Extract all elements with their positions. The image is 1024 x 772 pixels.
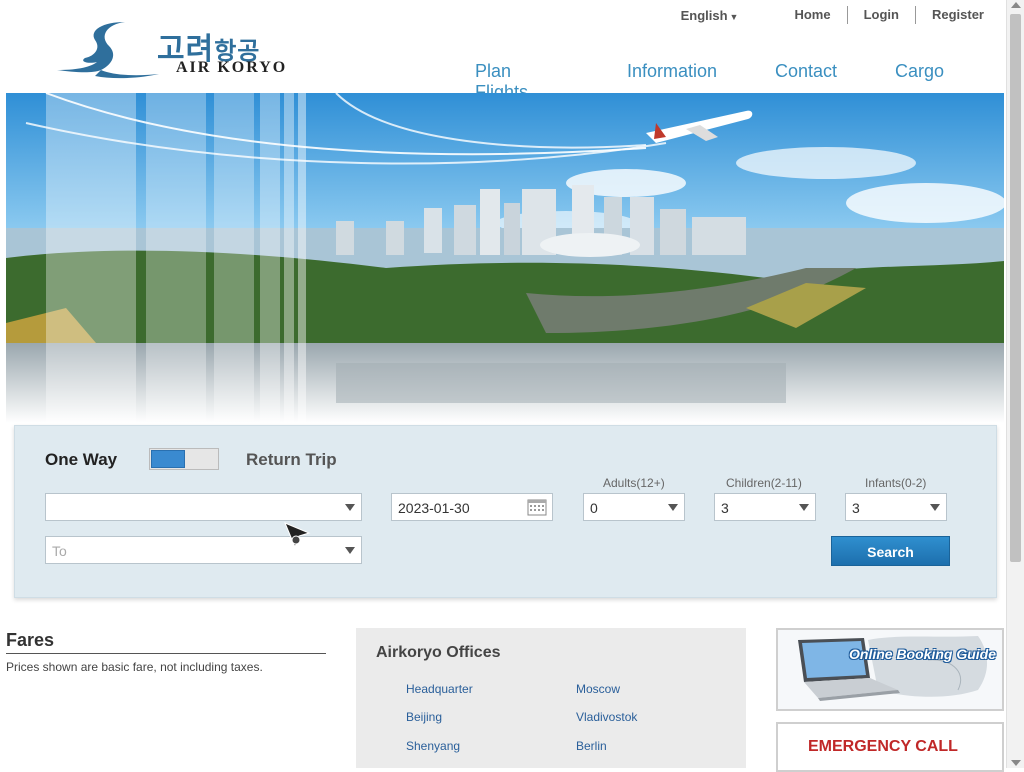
departure-date-input[interactable]: 2023-01-30 <box>391 493 553 521</box>
scroll-up-icon[interactable] <box>1011 2 1021 8</box>
fares-note: Prices shown are basic fare, not includi… <box>6 660 263 674</box>
booking-panel: One Way Return Trip To 2023-01-30 Adults… <box>14 425 997 598</box>
office-link-berlin[interactable]: Berlin <box>576 739 607 753</box>
hero-image <box>6 93 1004 423</box>
toggle-knob <box>151 450 185 468</box>
caret-down-icon: ▼ <box>729 11 739 22</box>
mouse-cursor-icon <box>284 522 311 549</box>
adults-select[interactable]: 0 <box>583 493 685 521</box>
nav-contact[interactable]: Contact <box>775 61 837 82</box>
search-button[interactable]: Search <box>831 536 950 566</box>
emergency-label: EMERGENCY CALL <box>808 738 958 755</box>
register-link[interactable]: Register <box>914 6 1000 24</box>
return-trip-label[interactable]: Return Trip <box>246 450 337 470</box>
adults-label: Adults(12+) <box>603 476 665 490</box>
login-link[interactable]: Login <box>846 6 915 24</box>
guide-title: Online Booking Guide <box>849 646 996 662</box>
chevron-down-icon <box>799 504 809 511</box>
nav-cargo[interactable]: Cargo <box>895 61 944 82</box>
chevron-down-icon <box>345 504 355 511</box>
office-link-headquarter[interactable]: Headquarter <box>406 682 473 696</box>
children-select[interactable]: 3 <box>714 493 816 521</box>
office-link-moscow[interactable]: Moscow <box>576 682 620 696</box>
language-label: English <box>680 7 728 23</box>
infants-value: 3 <box>852 500 860 516</box>
offices-title: Airkoryo Offices <box>376 644 501 661</box>
infants-select[interactable]: 3 <box>845 493 947 521</box>
logo[interactable]: 고려항공 AIR KORYO <box>55 18 305 80</box>
emergency-call-banner[interactable]: EMERGENCY CALL <box>776 722 1004 772</box>
top-links: English ▼ Home Login Register <box>681 6 1000 24</box>
language-selector[interactable]: English ▼ <box>681 8 739 23</box>
children-label: Children(2-11) <box>726 476 802 490</box>
crane-logo-icon <box>57 22 159 79</box>
to-select[interactable]: To <box>45 536 362 564</box>
laptop-world-map-icon <box>778 630 1002 709</box>
to-placeholder: To <box>52 543 67 559</box>
home-link[interactable]: Home <box>778 6 846 24</box>
office-link-shenyang[interactable]: Shenyang <box>406 739 460 753</box>
date-value: 2023-01-30 <box>398 500 470 516</box>
chevron-down-icon <box>345 547 355 554</box>
infants-label: Infants(0-2) <box>865 476 927 490</box>
chevron-down-icon <box>668 504 678 511</box>
trip-type-toggle[interactable] <box>149 448 219 470</box>
page-scrollbar[interactable] <box>1006 0 1024 768</box>
offices-section: Airkoryo Offices Headquarter Moscow Beij… <box>356 628 746 768</box>
hero-banner <box>6 93 1004 423</box>
office-link-beijing[interactable]: Beijing <box>406 710 442 724</box>
office-link-vladivostok[interactable]: Vladivostok <box>576 710 637 724</box>
online-booking-guide-banner[interactable]: Online Booking Guide <box>776 628 1004 711</box>
fares-section: Fares Prices shown are basic fare, not i… <box>6 630 326 674</box>
children-value: 3 <box>721 500 729 516</box>
adults-value: 0 <box>590 500 598 516</box>
logo-english-text: AIR KORYO <box>176 59 288 76</box>
scroll-thumb[interactable] <box>1010 14 1021 562</box>
nav-information[interactable]: Information <box>627 61 717 82</box>
fares-title: Fares <box>6 630 326 654</box>
from-select[interactable] <box>45 493 362 521</box>
one-way-label[interactable]: One Way <box>45 450 117 470</box>
scroll-down-icon[interactable] <box>1011 760 1021 766</box>
calendar-icon[interactable] <box>527 498 547 516</box>
chevron-down-icon <box>930 504 940 511</box>
